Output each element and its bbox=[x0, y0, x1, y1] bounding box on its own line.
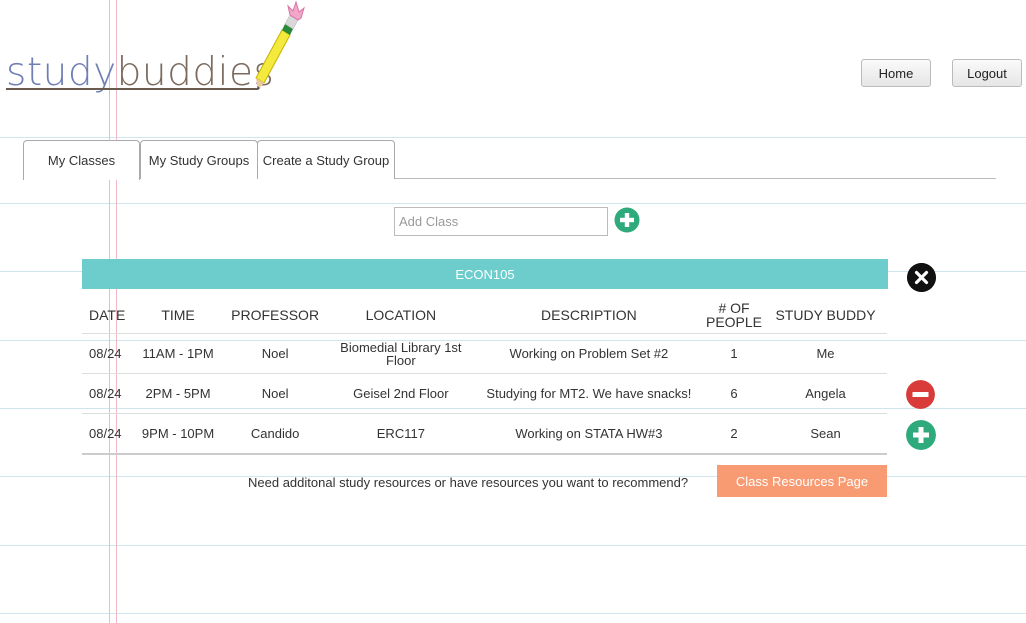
cell-study-buddy: Angela bbox=[764, 373, 887, 414]
cell-date: 08/24 bbox=[82, 413, 134, 455]
cell-people: 6 bbox=[703, 373, 765, 414]
pencil-icon bbox=[255, 0, 305, 90]
paper-line bbox=[0, 545, 1026, 546]
table-row[interactable]: 08/24 9PM - 10PM Candido ERC117 Working … bbox=[82, 413, 887, 455]
cell-professor: Noel bbox=[222, 333, 328, 374]
column-header-study-buddy: STUDY BUDDY bbox=[764, 296, 887, 334]
minus-circle-icon[interactable] bbox=[906, 380, 935, 409]
class-resources-button[interactable]: Class Resources Page bbox=[717, 465, 887, 497]
tab-my-study-groups[interactable]: My Study Groups bbox=[140, 140, 258, 179]
close-circle-icon[interactable] bbox=[907, 263, 936, 292]
cell-time: 2PM - 5PM bbox=[133, 373, 223, 414]
column-header-professor: PROFESSOR bbox=[222, 296, 328, 334]
cell-location: ERC117 bbox=[327, 413, 474, 455]
cell-date: 08/24 bbox=[82, 373, 134, 414]
cell-description: Working on STATA HW#3 bbox=[473, 413, 704, 455]
cell-date: 08/24 bbox=[82, 333, 134, 374]
logo-underline bbox=[6, 88, 258, 90]
tab-create-study-group[interactable]: Create a Study Group bbox=[257, 140, 395, 179]
cell-study-buddy: Sean bbox=[764, 413, 887, 455]
cell-location: Geisel 2nd Floor bbox=[327, 373, 474, 414]
cell-description: Working on Problem Set #2 bbox=[473, 333, 704, 374]
cell-time: 11AM - 1PM bbox=[133, 333, 223, 374]
cell-professor: Noel bbox=[222, 373, 328, 414]
cell-people: 1 bbox=[703, 333, 765, 374]
cell-people: 2 bbox=[703, 413, 765, 455]
column-header-location: LOCATION bbox=[327, 296, 474, 334]
cell-time: 9PM - 10PM bbox=[133, 413, 223, 455]
logout-button[interactable]: Logout bbox=[952, 59, 1022, 87]
paper-line bbox=[0, 137, 1026, 138]
class-title: ECON105 bbox=[455, 266, 515, 282]
plus-circle-icon[interactable] bbox=[614, 207, 640, 233]
paper-line bbox=[0, 203, 1026, 204]
plus-circle-icon[interactable] bbox=[906, 420, 936, 450]
table-row[interactable]: 08/24 2PM - 5PM Noel Geisel 2nd Floor St… bbox=[82, 373, 887, 414]
tab-my-classes[interactable]: My Classes bbox=[23, 140, 140, 180]
column-header-date: DATE bbox=[82, 296, 134, 334]
add-class-input[interactable] bbox=[394, 207, 608, 236]
column-header-description: DESCRIPTION bbox=[473, 296, 704, 334]
home-button[interactable]: Home bbox=[861, 59, 931, 87]
table-row[interactable]: 08/24 11AM - 1PM Noel Biomedial Library … bbox=[82, 333, 887, 374]
cell-professor: Candido bbox=[222, 413, 328, 455]
resources-prompt: Need additonal study resources or have r… bbox=[248, 475, 689, 490]
table-header-row: DATE TIME PROFESSOR LOCATION DESCRIPTION… bbox=[82, 296, 887, 334]
class-header[interactable]: ECON105 bbox=[82, 259, 888, 289]
column-header-people: # OF PEOPLE bbox=[703, 296, 765, 334]
cell-study-buddy: Me bbox=[764, 333, 887, 374]
column-header-time: TIME bbox=[133, 296, 223, 334]
paper-line bbox=[0, 613, 1026, 614]
cell-location: Biomedial Library 1st Floor bbox=[327, 333, 474, 374]
study-groups-table: DATE TIME PROFESSOR LOCATION DESCRIPTION… bbox=[82, 296, 887, 455]
cell-description: Studying for MT2. We have snacks! bbox=[473, 373, 704, 414]
